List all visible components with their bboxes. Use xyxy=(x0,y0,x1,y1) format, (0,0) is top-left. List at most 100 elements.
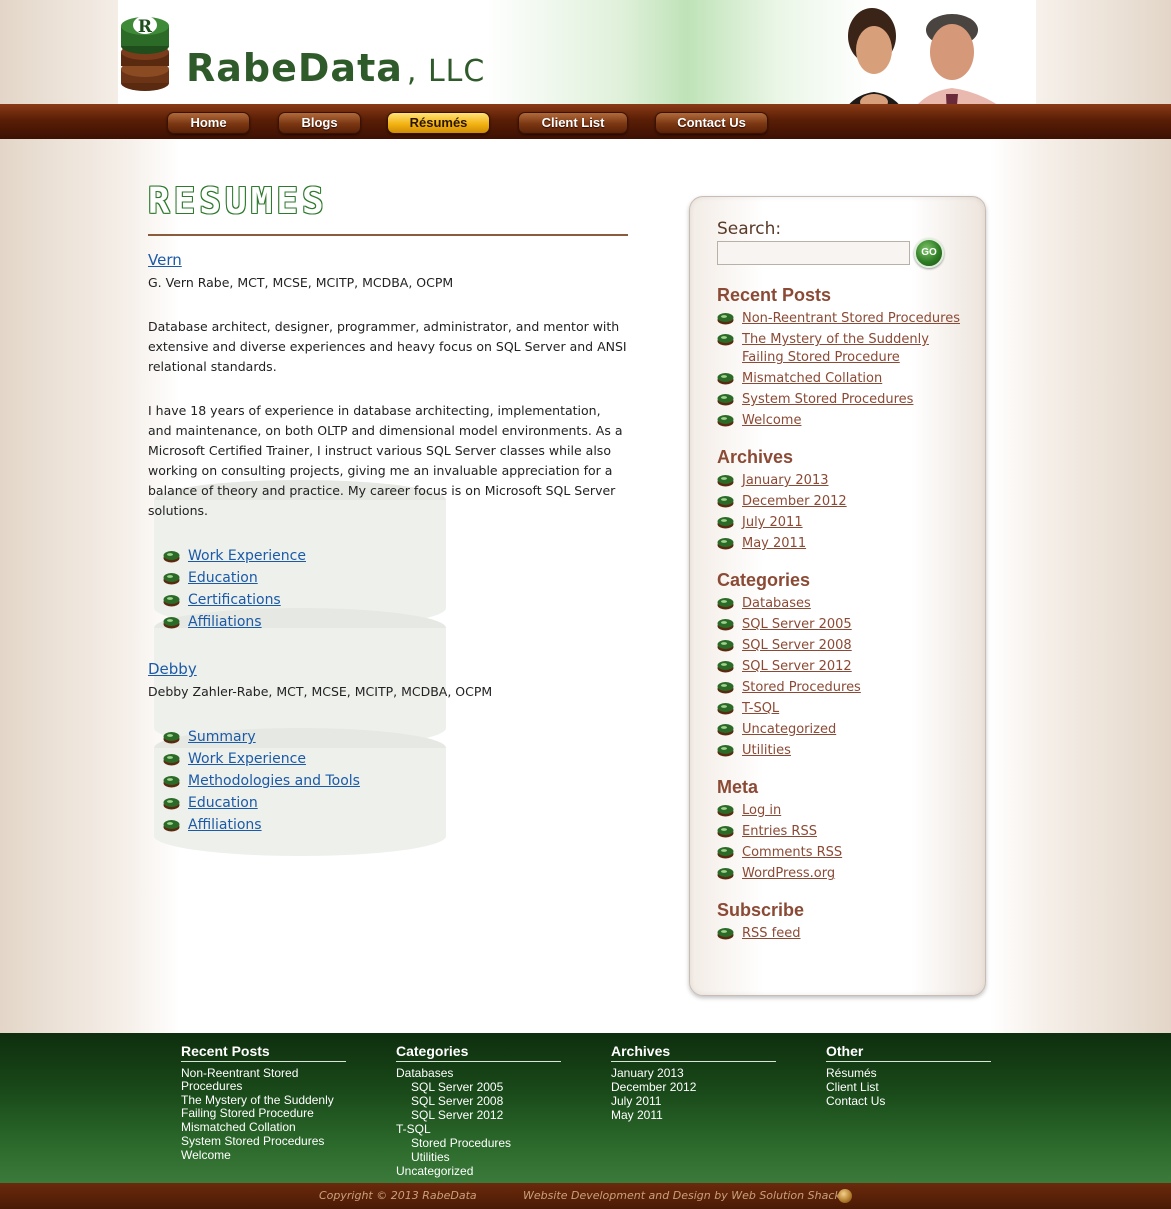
footer-link[interactable]: January 2013 xyxy=(611,1067,776,1080)
footer-link[interactable]: Contact Us xyxy=(826,1095,991,1108)
category-link[interactable]: SQL Server 2005 xyxy=(742,616,852,634)
list-item: SQL Server 2005 xyxy=(717,616,977,634)
meta-heading: Meta xyxy=(717,777,759,797)
puck-bullet-icon xyxy=(717,805,734,817)
vern-work-experience-link[interactable]: Work Experience xyxy=(188,545,306,567)
list-item: Comments RSS xyxy=(717,844,977,862)
recent-posts-list: Non-Reentrant Stored Procedures The Myst… xyxy=(717,310,977,433)
debby-credentials: Debby Zahler-Rabe, MCT, MCSE, MCITP, MCD… xyxy=(148,684,493,699)
meta-link[interactable]: Comments RSS xyxy=(742,844,842,862)
puck-bullet-icon xyxy=(163,550,180,562)
vern-link[interactable]: Vern xyxy=(148,250,628,270)
search-input[interactable] xyxy=(717,241,910,265)
list-item: T-SQL xyxy=(717,700,977,718)
page-title: RESUMES xyxy=(148,180,628,226)
puck-bullet-icon xyxy=(717,313,734,325)
meta-link[interactable]: WordPress.org xyxy=(742,865,835,883)
category-link[interactable]: Uncategorized xyxy=(742,721,836,739)
vern-resume-links: Work Experience Education Certifications… xyxy=(163,545,628,633)
footer-heading: Recent Posts xyxy=(181,1043,346,1062)
category-link[interactable]: SQL Server 2012 xyxy=(742,658,852,676)
puck-bullet-icon xyxy=(717,394,734,406)
puck-bullet-icon xyxy=(717,538,734,550)
footer-link[interactable]: The Mystery of the Suddenly Failing Stor… xyxy=(181,1094,346,1120)
vern-education-link[interactable]: Education xyxy=(188,567,258,589)
nav-client-list[interactable]: Client List xyxy=(518,112,628,134)
design-credit-link[interactable]: Website Development and Design by Web So… xyxy=(523,1183,841,1209)
footer-link[interactable]: Résumés xyxy=(826,1067,991,1080)
recent-post-link[interactable]: Welcome xyxy=(742,412,801,430)
archive-link[interactable]: January 2013 xyxy=(742,472,829,490)
puck-bullet-icon xyxy=(717,682,734,694)
nav-blogs[interactable]: Blogs xyxy=(278,112,361,134)
footer-link[interactable]: July 2011 xyxy=(611,1095,776,1108)
list-item: Mismatched Collation xyxy=(717,370,977,388)
list-item: January 2013 xyxy=(717,472,977,490)
search-go-button[interactable]: GO xyxy=(914,238,944,268)
recent-post-link[interactable]: System Stored Procedures xyxy=(742,391,913,409)
list-item: Education xyxy=(163,792,628,814)
puck-bullet-icon xyxy=(717,415,734,427)
footer-link[interactable]: Welcome xyxy=(181,1149,346,1162)
recent-post-link[interactable]: Mismatched Collation xyxy=(742,370,882,388)
archive-link[interactable]: July 2011 xyxy=(742,514,803,532)
puck-bullet-icon xyxy=(163,797,180,809)
categories-heading: Categories xyxy=(717,570,811,590)
recent-post-link[interactable]: The Mystery of the Suddenly Failing Stor… xyxy=(742,331,942,367)
list-item: System Stored Procedures xyxy=(717,391,977,409)
puck-bullet-icon xyxy=(163,731,180,743)
category-link[interactable]: Utilities xyxy=(742,742,791,760)
rss-feed-link[interactable]: RSS feed xyxy=(742,925,801,943)
archive-link[interactable]: May 2011 xyxy=(742,535,806,553)
footer-link[interactable]: Stored Procedures xyxy=(396,1137,561,1150)
debby-summary-link[interactable]: Summary xyxy=(188,726,256,748)
footer-archives: Archives January 2013 December 2012 July… xyxy=(611,1043,776,1123)
list-item: SQL Server 2012 xyxy=(717,658,977,676)
footer-link[interactable]: SQL Server 2012 xyxy=(396,1109,561,1122)
list-item: Summary xyxy=(163,726,628,748)
puck-bullet-icon xyxy=(163,616,180,628)
vern-affiliations-link[interactable]: Affiliations xyxy=(188,611,262,633)
meta-link[interactable]: Entries RSS xyxy=(742,823,817,841)
footer-link[interactable]: Non-Reentrant Stored Procedures xyxy=(181,1067,346,1093)
footer-link[interactable]: Mismatched Collation xyxy=(181,1121,346,1134)
debby-link[interactable]: Debby xyxy=(148,659,628,679)
archive-link[interactable]: December 2012 xyxy=(742,493,847,511)
puck-bullet-icon xyxy=(163,819,180,831)
footer-link[interactable]: T-SQL xyxy=(396,1123,561,1136)
subscribe-heading: Subscribe xyxy=(717,900,805,920)
footer-link[interactable]: December 2012 xyxy=(611,1081,776,1094)
footer-link[interactable]: SQL Server 2008 xyxy=(396,1095,561,1108)
puck-bullet-icon xyxy=(163,594,180,606)
title-divider xyxy=(148,234,628,236)
category-link[interactable]: T-SQL xyxy=(742,700,779,718)
category-link[interactable]: Stored Procedures xyxy=(742,679,861,697)
footer-link[interactable]: Utilities xyxy=(396,1151,561,1164)
nav-resumes[interactable]: Résumés xyxy=(387,112,490,134)
debby-affiliations-link[interactable]: Affiliations xyxy=(188,814,262,836)
footer-link[interactable]: Client List xyxy=(826,1081,991,1094)
footer-link[interactable]: May 2011 xyxy=(611,1109,776,1122)
web-solution-shack-icon[interactable] xyxy=(838,1189,852,1203)
category-link[interactable]: Databases xyxy=(742,595,811,613)
meta-link[interactable]: Log in xyxy=(742,802,781,820)
puck-bullet-icon xyxy=(717,334,734,346)
site-logo-text[interactable]: RabeData, LLC xyxy=(186,46,485,94)
debby-education-link[interactable]: Education xyxy=(188,792,258,814)
footer-link[interactable]: Uncategorized xyxy=(396,1165,561,1178)
puck-bullet-icon xyxy=(717,724,734,736)
subscribe-list: RSS feed xyxy=(717,925,977,946)
vern-certifications-link[interactable]: Certifications xyxy=(188,589,281,611)
logo-database-icon[interactable]: R xyxy=(118,6,172,94)
debby-methodologies-link[interactable]: Methodologies and Tools xyxy=(188,770,360,792)
puck-bullet-icon xyxy=(717,745,734,757)
footer-link[interactable]: System Stored Procedures xyxy=(181,1135,346,1148)
footer-link[interactable]: Databases xyxy=(396,1067,561,1080)
debby-work-experience-link[interactable]: Work Experience xyxy=(188,748,306,770)
category-link[interactable]: SQL Server 2008 xyxy=(742,637,852,655)
footer-link[interactable]: SQL Server 2005 xyxy=(396,1081,561,1094)
nav-home[interactable]: Home xyxy=(167,112,250,134)
recent-post-link[interactable]: Non-Reentrant Stored Procedures xyxy=(742,310,960,328)
nav-contact-us[interactable]: Contact Us xyxy=(655,112,768,134)
list-item: The Mystery of the Suddenly Failing Stor… xyxy=(717,331,977,367)
